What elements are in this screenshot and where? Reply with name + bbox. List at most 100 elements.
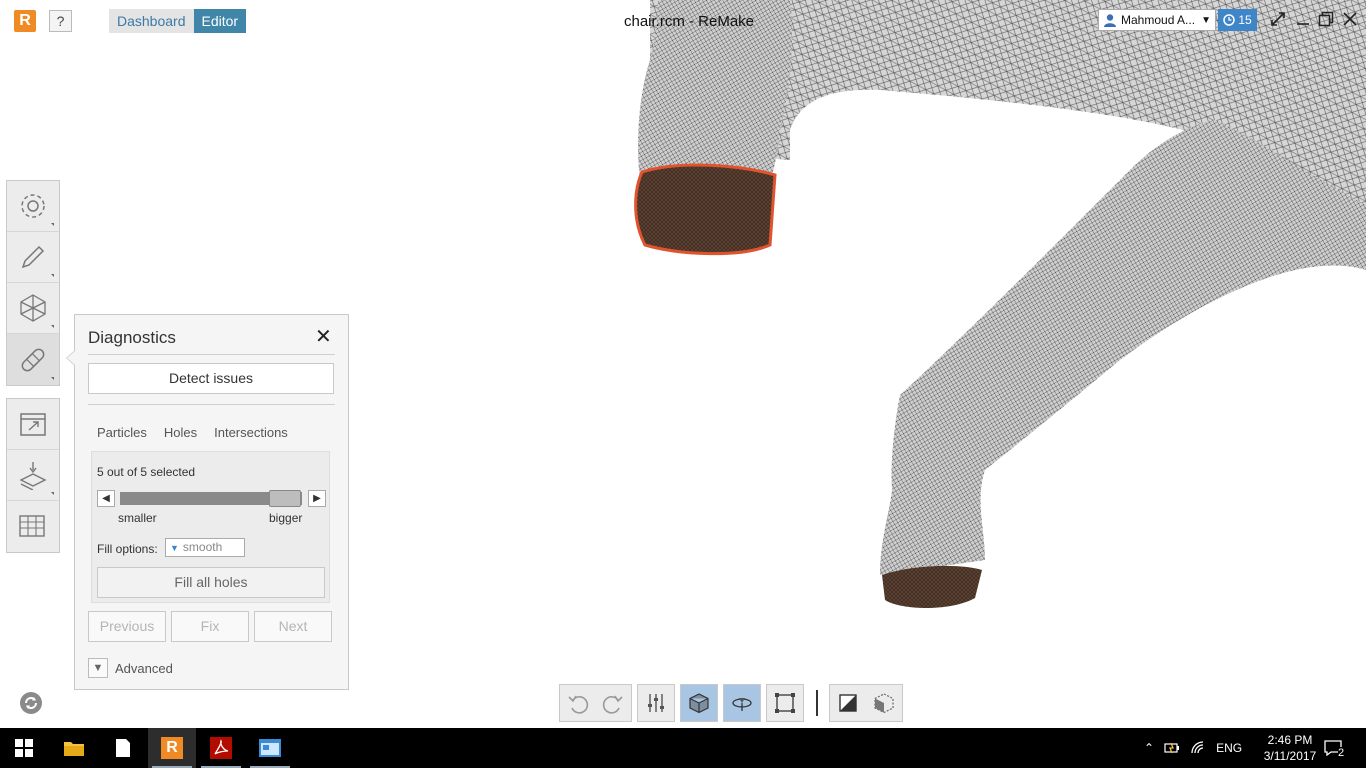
tab-intersections[interactable]: Intersections: [214, 425, 288, 440]
cloud-credits-badge[interactable]: 15: [1218, 9, 1257, 31]
section-icon: [839, 694, 857, 712]
bandage-icon: [21, 348, 45, 371]
action-center[interactable]: 2: [1324, 728, 1345, 768]
edit-tool-button[interactable]: [7, 232, 59, 283]
frame-all-button[interactable]: [767, 685, 803, 721]
acrobat-icon: [210, 737, 232, 759]
mesh-tool-button[interactable]: [7, 283, 59, 334]
shading-button[interactable]: [681, 685, 717, 721]
half-view-button[interactable]: [866, 685, 902, 721]
tab-dashboard[interactable]: Dashboard: [109, 9, 194, 33]
history-toolbar: [559, 684, 632, 722]
clock-icon: [1223, 14, 1236, 26]
export-icon: [20, 413, 46, 436]
user-name: Mahmoud A...: [1121, 13, 1196, 27]
shading-toolbar: [680, 684, 718, 722]
restore-icon[interactable]: [1315, 8, 1337, 30]
undo-icon: [568, 695, 588, 714]
remake-app-icon: R: [161, 737, 183, 759]
undo-button[interactable]: [560, 685, 596, 721]
orbit-icon: [732, 698, 752, 711]
advanced-toggle[interactable]: ▼: [88, 658, 108, 678]
slider-right-button[interactable]: ▶: [308, 490, 326, 507]
fill-option-value: smooth: [182, 540, 223, 554]
credits-count: 15: [1238, 13, 1252, 27]
frame-toolbar: [766, 684, 804, 722]
previous-button[interactable]: Previous: [88, 611, 166, 642]
export-tool-button[interactable]: [7, 399, 59, 450]
left-toolbar-main: [6, 180, 60, 386]
detect-issues-button[interactable]: Detect issues: [88, 363, 334, 394]
system-clock[interactable]: 2:46 PM 3/11/2017: [1258, 732, 1322, 764]
system-tray: ⌃ ENG: [1144, 728, 1242, 768]
folder-icon: [64, 742, 84, 756]
section-toolbar: [829, 684, 903, 722]
adjust-toolbar: [637, 684, 675, 722]
user-icon: [1104, 14, 1116, 27]
taskbar-document[interactable]: [99, 728, 147, 768]
slider-left-button[interactable]: ◀: [97, 490, 115, 507]
next-button[interactable]: Next: [254, 611, 332, 642]
fill-all-holes-button[interactable]: Fill all holes: [97, 567, 325, 598]
help-button[interactable]: ?: [49, 10, 72, 32]
redo-button[interactable]: [596, 685, 632, 721]
settings-tool-button[interactable]: [7, 181, 59, 232]
redo-icon: [603, 695, 623, 714]
3d-viewport[interactable]: R ? Dashboard Editor chair.rcm - ReMake …: [0, 0, 1366, 728]
frame-icon: [775, 693, 795, 713]
section-button[interactable]: [830, 685, 866, 721]
half-cube-icon: [874, 693, 894, 714]
advanced-label[interactable]: Advanced: [115, 661, 173, 676]
taskbar-acrobat[interactable]: [197, 728, 245, 768]
sliders-icon: [648, 694, 664, 712]
pencil-icon: [21, 245, 45, 269]
notification-count: 2: [1338, 747, 1345, 759]
battery-icon[interactable]: [1164, 741, 1180, 755]
left-toolbar-output: [6, 398, 60, 553]
minimize-icon[interactable]: [1292, 8, 1314, 30]
orbit-button[interactable]: [724, 685, 760, 721]
diagnostics-panel: Diagnostics ✕ Detect issues Particles Ho…: [74, 314, 349, 690]
chevron-down-icon: ▼: [1201, 14, 1211, 26]
taskbar-control-panel[interactable]: [246, 728, 294, 768]
window-title: chair.rcm - ReMake: [624, 13, 755, 30]
start-button[interactable]: [0, 728, 48, 768]
chevron-up-icon[interactable]: ⌃: [1144, 741, 1154, 755]
fix-button[interactable]: Fix: [171, 611, 249, 642]
windows-icon: [15, 739, 33, 757]
diagnostics-tool-button[interactable]: [7, 334, 59, 385]
clock-time: 2:46 PM: [1267, 733, 1313, 747]
taskbar-remake[interactable]: R: [148, 728, 196, 768]
print-tool-button[interactable]: [7, 450, 59, 501]
user-account-dropdown[interactable]: Mahmoud A... ▼: [1098, 9, 1216, 31]
chevron-down-icon: ▼: [170, 543, 179, 553]
fill-options-select[interactable]: ▼ smooth: [165, 538, 245, 557]
tab-particles[interactable]: Particles: [97, 425, 147, 440]
hexagon-icon: [20, 294, 46, 322]
clock-date: 3/11/2017: [1263, 749, 1317, 763]
slider-min-label: smaller: [118, 511, 157, 525]
fullscreen-icon[interactable]: [1267, 8, 1289, 30]
close-icon[interactable]: ✕: [315, 327, 332, 347]
remake-logo[interactable]: R: [14, 10, 36, 32]
adjust-button[interactable]: [638, 685, 674, 721]
holes-options: 5 out of 5 selected ◀ ▶ smaller bigger F…: [91, 451, 330, 603]
tab-editor[interactable]: Editor: [193, 9, 247, 33]
divider: [88, 354, 335, 355]
panel-title: Diagnostics: [88, 328, 176, 347]
navigation-toolbar: [723, 684, 761, 722]
fill-options-label: Fill options:: [97, 542, 158, 556]
divider: [88, 404, 335, 405]
language-indicator[interactable]: ENG: [1216, 741, 1242, 755]
toolbar-divider: [816, 690, 818, 716]
taskbar-file-explorer[interactable]: [50, 728, 98, 768]
close-window-icon[interactable]: [1339, 8, 1361, 30]
hole-size-slider-thumb[interactable]: [269, 490, 301, 507]
selection-count: 5 out of 5 selected: [97, 465, 196, 479]
tab-holes[interactable]: Holes: [164, 425, 197, 440]
document-icon: [116, 739, 130, 757]
sync-icon[interactable]: [18, 690, 44, 719]
panel-pointer-inner: [67, 351, 75, 365]
wifi-icon[interactable]: [1190, 741, 1206, 755]
grid-tool-button[interactable]: [7, 501, 59, 552]
